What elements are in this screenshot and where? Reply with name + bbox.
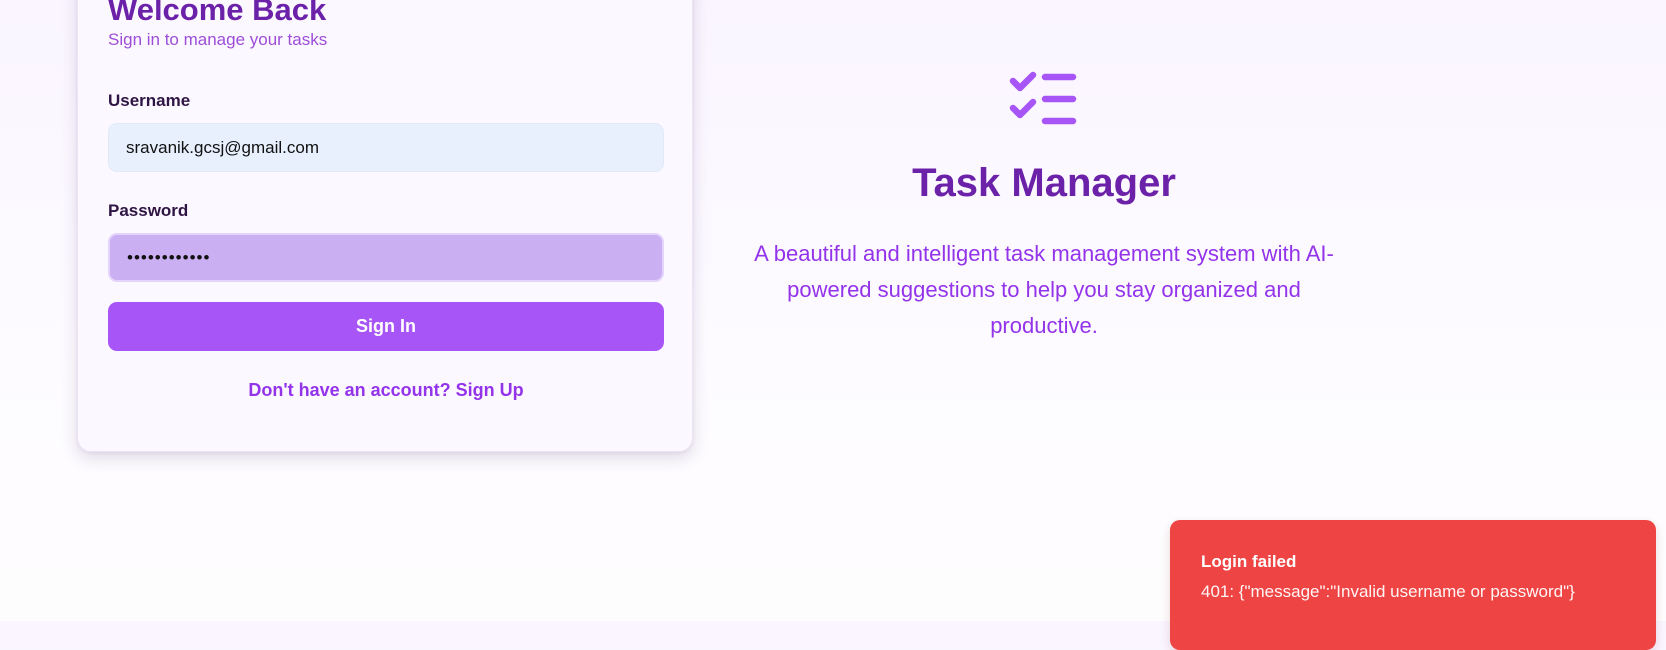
sign-up-link[interactable]: Sign Up (456, 380, 524, 400)
login-title: Welcome Back (108, 0, 327, 27)
username-input[interactable] (108, 123, 664, 172)
signup-prompt[interactable]: Don't have an account? Sign Up (78, 381, 694, 399)
toast-title: Login failed (1201, 552, 1297, 571)
app-description: A beautiful and intelligent task managem… (754, 241, 1334, 338)
app-title: Task Manager (912, 161, 1176, 205)
password-label: Password (108, 201, 189, 220)
hero-section: Task Manager A beautiful and intelligent… (700, 60, 1388, 344)
error-toast[interactable]: Login failed 401: {"message":"Invalid us… (1170, 520, 1656, 650)
username-label: Username (108, 91, 191, 110)
login-card: Welcome Back Sign in to manage your task… (77, 0, 693, 452)
login-subtitle: Sign in to manage your tasks (108, 30, 328, 49)
signup-prompt-text: Don't have an account? (248, 380, 451, 400)
checklist-icon (1009, 71, 1077, 125)
toast-message: 401: {"message":"Invalid username or pas… (1201, 582, 1575, 601)
password-input[interactable] (108, 233, 664, 282)
sign-in-button[interactable]: Sign In (108, 302, 664, 351)
